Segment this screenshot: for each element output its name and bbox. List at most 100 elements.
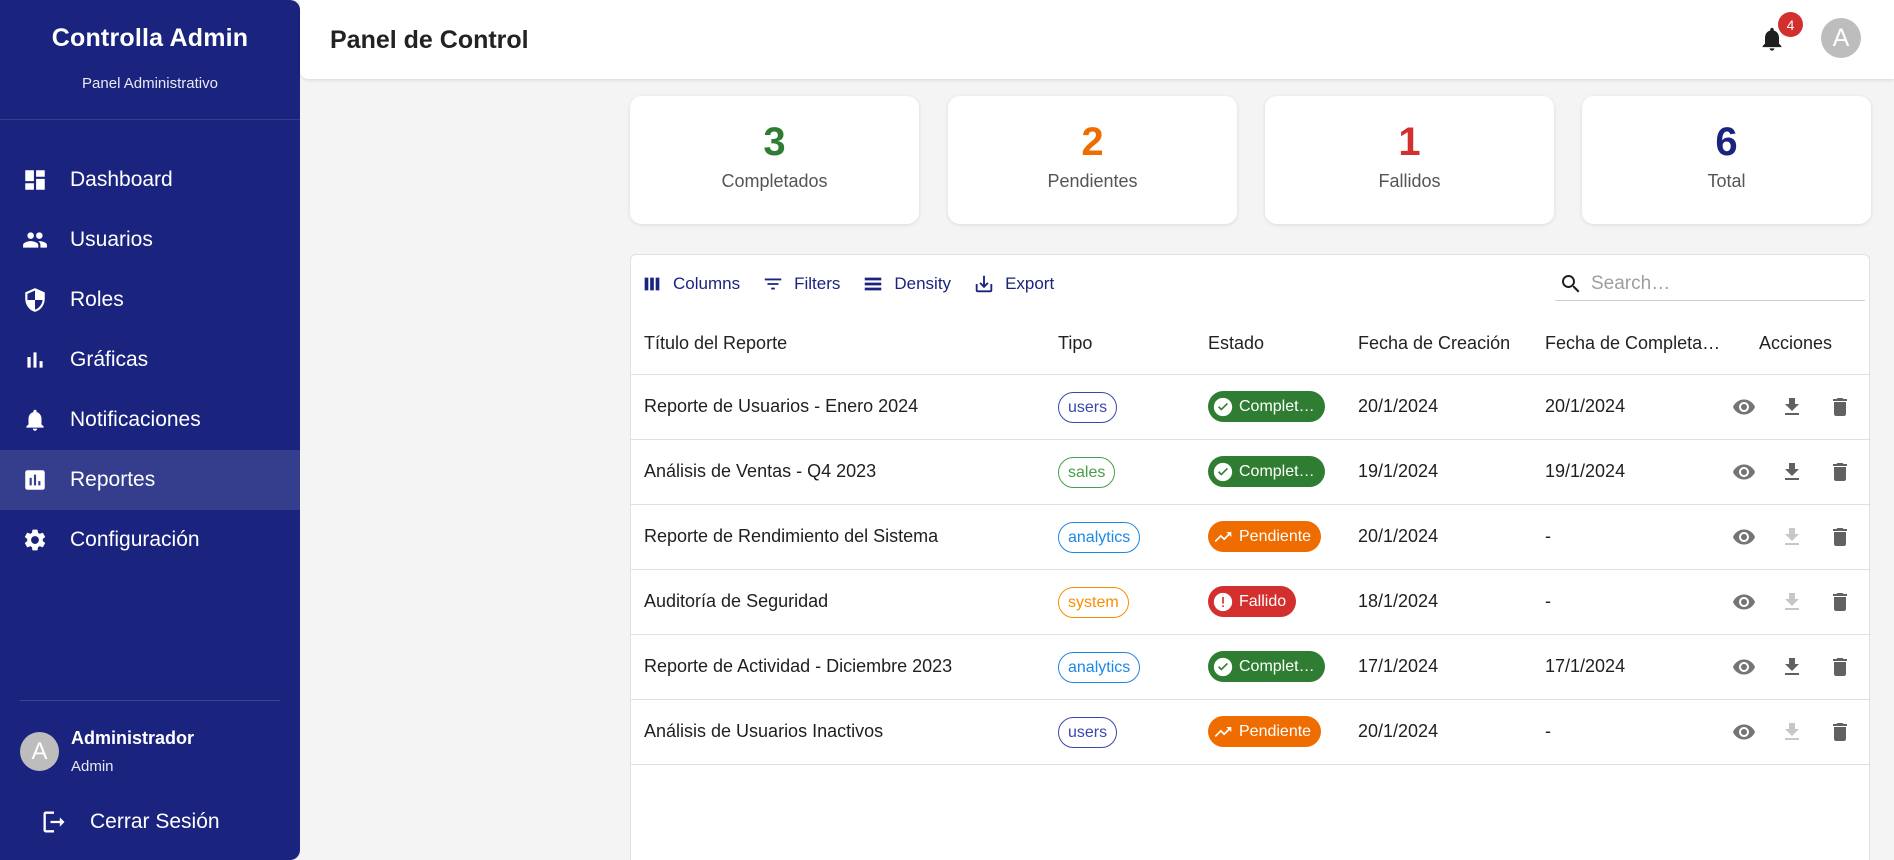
type-chip-label: users: [1058, 392, 1118, 423]
table-row[interactable]: Análisis de Ventas - Q4 2023 sales Complet…: [631, 440, 1871, 505]
type-chip: system: [1058, 587, 1129, 618]
status-badge: Pendiente: [1208, 716, 1322, 747]
completed-date: 19/1/2024: [1545, 461, 1626, 481]
row-actions: [1731, 524, 1875, 550]
sidebar-item-label: Notificaciones: [70, 408, 201, 431]
user-role: Admin: [71, 758, 114, 775]
table-row[interactable]: Reporte de Actividad - Diciembre 2023 ana…: [631, 635, 1871, 700]
sidebar-nav: Dashboard Usuarios Roles Gráficas Notifi…: [0, 150, 300, 570]
sidebar-item-usuarios[interactable]: Usuarios: [0, 210, 300, 270]
report-title: Reporte de Rendimiento del Sistema: [644, 526, 939, 546]
sidebar-item-graficas[interactable]: Gráficas: [0, 330, 300, 390]
delete-icon[interactable]: [1827, 719, 1853, 745]
dashboard-icon: [22, 167, 48, 193]
export-button[interactable]: Export: [973, 273, 1054, 295]
type-chip-label: analytics: [1058, 652, 1141, 683]
sidebar: Controlla Admin Panel Administrativo Das…: [0, 0, 300, 860]
sidebar-item-label: Dashboard: [70, 168, 173, 191]
page-title: Panel de Control: [330, 26, 529, 54]
report-title: Análisis de Usuarios Inactivos: [644, 721, 884, 741]
download-icon: [1779, 524, 1805, 550]
columns-button[interactable]: Columns: [641, 273, 740, 295]
status-label: Pendiente: [1239, 527, 1312, 545]
density-button[interactable]: Density: [862, 273, 951, 295]
reports-grid: Columns Filters Density Export Título de…: [630, 254, 1871, 860]
row-actions: [1731, 719, 1875, 745]
sidebar-item-notificaciones[interactable]: Notificaciones: [0, 390, 300, 450]
download-icon: [1779, 589, 1805, 615]
delete-icon[interactable]: [1827, 589, 1853, 615]
view-icon[interactable]: [1731, 719, 1757, 745]
table-row[interactable]: Análisis de Usuarios Inactivos users Pendi…: [631, 700, 1871, 765]
report-icon: [22, 467, 48, 493]
sidebar-item-label: Usuarios: [70, 228, 153, 251]
avatar[interactable]: A: [1821, 18, 1861, 58]
download-icon[interactable]: [1779, 654, 1805, 680]
completed-date: -: [1545, 591, 1551, 611]
download-icon: [975, 275, 993, 293]
delete-icon[interactable]: [1827, 524, 1853, 550]
table-row[interactable]: Auditoría de Seguridad system Fallido 18/1/…: [631, 570, 1871, 635]
column-header-completed[interactable]: Fecha de Completa…: [1545, 333, 1720, 354]
logout-icon: [43, 811, 65, 833]
created-date: 18/1/2024: [1358, 591, 1439, 611]
completed-date: -: [1545, 721, 1551, 741]
delete-icon[interactable]: [1827, 394, 1853, 420]
delete-icon[interactable]: [1827, 459, 1853, 485]
export-label: Export: [1005, 274, 1055, 293]
column-header-title[interactable]: Título del Reporte: [644, 333, 787, 354]
stat-value: 1: [1398, 120, 1421, 164]
top-header: Panel de Control 4 A: [300, 0, 1894, 79]
row-actions: [1731, 459, 1875, 485]
status-label: Pendiente: [1239, 722, 1312, 740]
type-chip: analytics: [1058, 652, 1141, 683]
stat-value: 6: [1715, 120, 1738, 164]
delete-icon[interactable]: [1827, 654, 1853, 680]
status-label: Fallido: [1239, 592, 1287, 610]
filters-button[interactable]: Filters: [762, 273, 840, 295]
gear-icon: [22, 527, 48, 553]
filters-label: Filters: [794, 274, 841, 293]
trending-up-icon: [1213, 527, 1233, 547]
column-header-created[interactable]: Fecha de Creación: [1358, 333, 1510, 354]
view-icon[interactable]: [1731, 459, 1757, 485]
brand-subtitle: Panel Administrativo: [82, 75, 218, 92]
stat-label: Total: [1707, 171, 1746, 191]
table-row[interactable]: Reporte de Rendimiento del Sistema analyt…: [631, 505, 1871, 570]
stat-value: 3: [763, 120, 786, 164]
report-title: Reporte de Usuarios - Enero 2024: [644, 396, 919, 416]
download-icon[interactable]: [1779, 394, 1805, 420]
brand-title: Controlla Admin: [51, 24, 249, 52]
table-row[interactable]: Reporte de Usuarios - Enero 2024 users Com…: [631, 375, 1871, 440]
download-icon[interactable]: [1779, 459, 1805, 485]
sidebar-item-label: Gráficas: [70, 348, 149, 371]
view-icon[interactable]: [1731, 654, 1757, 680]
stat-card-fallidos: 1 Fallidos: [1265, 96, 1554, 224]
view-icon[interactable]: [1731, 589, 1757, 615]
sidebar-item-roles[interactable]: Roles: [0, 270, 300, 330]
view-icon[interactable]: [1731, 394, 1757, 420]
check-circle-icon: [1213, 462, 1233, 482]
sidebar-item-configuracion[interactable]: Configuración: [0, 510, 300, 570]
status-badge: Fallido: [1208, 586, 1297, 617]
bell-icon: [22, 407, 48, 433]
check-circle-icon: [1213, 657, 1233, 677]
logout-button[interactable]: Cerrar Sesión: [40, 808, 220, 836]
bar-chart-icon: [22, 347, 48, 373]
status-badge: Pendiente: [1208, 521, 1322, 552]
check-circle-icon: [1213, 397, 1233, 417]
status-label: Complet…: [1239, 657, 1315, 675]
status-badge: Complet…: [1208, 391, 1325, 422]
sidebar-item-dashboard[interactable]: Dashboard: [0, 150, 300, 210]
status-label: Complet…: [1239, 462, 1315, 480]
stat-label: Fallidos: [1378, 171, 1441, 191]
column-header-type[interactable]: Tipo: [1058, 333, 1092, 354]
column-header-status[interactable]: Estado: [1208, 333, 1264, 354]
sidebar-item-reportes[interactable]: Reportes: [0, 450, 300, 510]
view-icon[interactable]: [1731, 524, 1757, 550]
search-input[interactable]: [1591, 272, 1851, 295]
report-title: Análisis de Ventas - Q4 2023: [644, 461, 877, 481]
completed-date: 17/1/2024: [1545, 656, 1626, 676]
created-date: 20/1/2024: [1358, 721, 1439, 741]
table-header: Título del Reporte Tipo Estado Fecha de …: [631, 311, 1871, 375]
